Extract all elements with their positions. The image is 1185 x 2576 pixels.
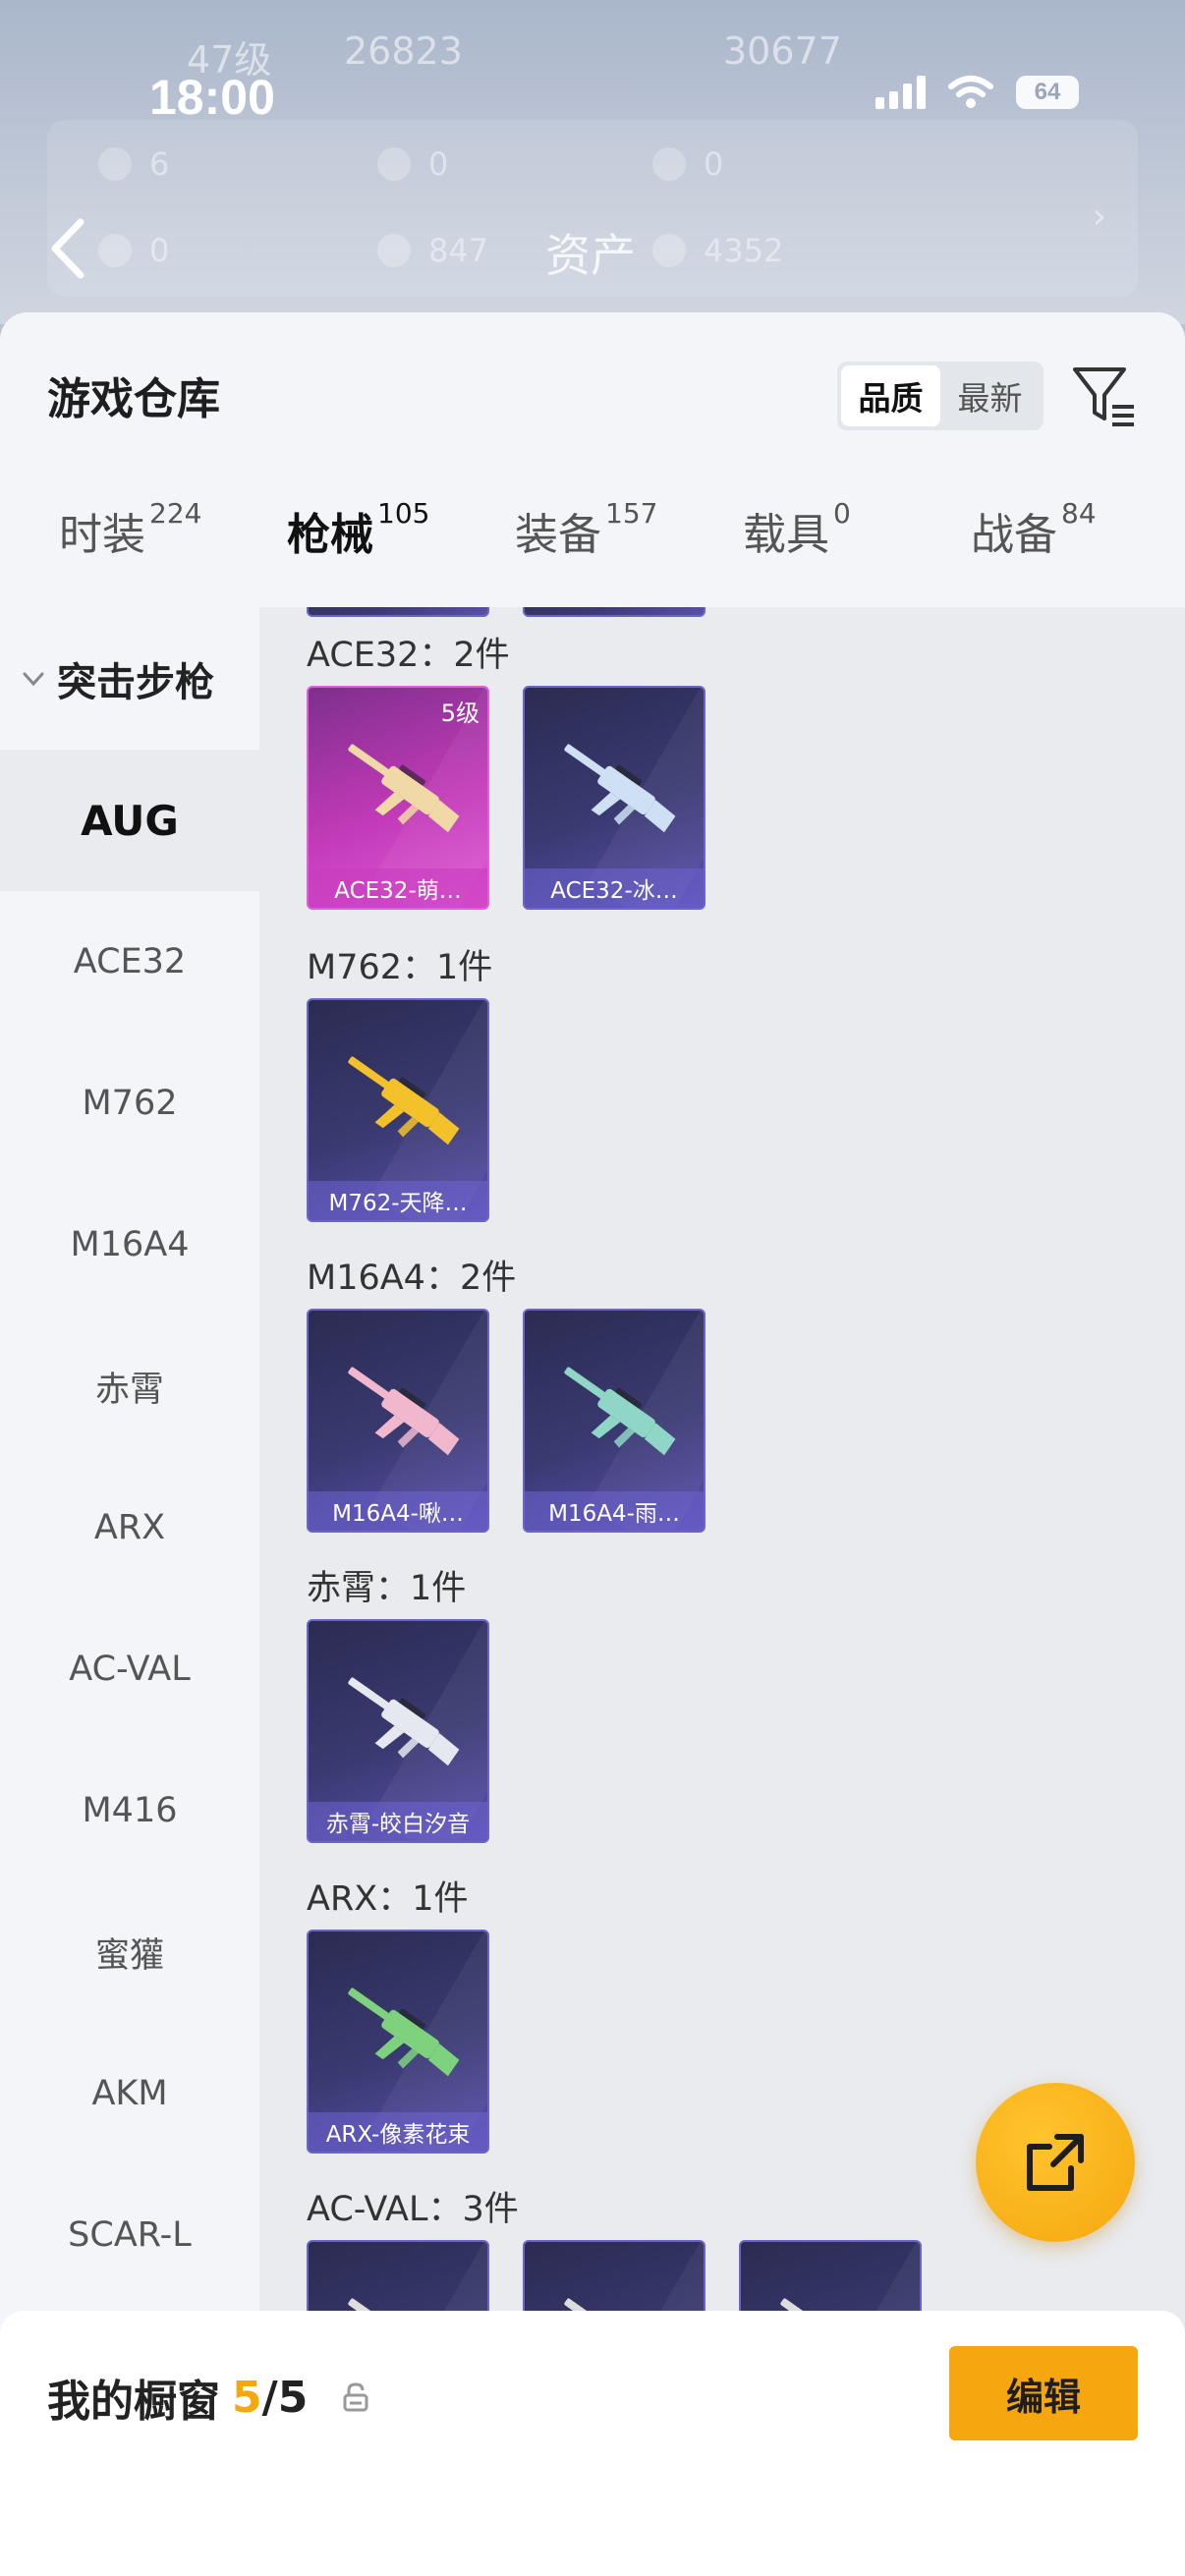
weapon-image <box>348 1988 460 2077</box>
section-label: M16A4：2件 <box>307 1259 517 1298</box>
weapon-skin-card[interactable] <box>523 607 705 617</box>
sidebar-item[interactable]: ARX <box>0 1457 259 1598</box>
tab-supplies[interactable]: 战备 84 <box>971 497 1097 562</box>
skin-name: M16A4-啾… <box>309 1491 487 1531</box>
chevron-down-icon <box>23 672 44 686</box>
battery-icon: 64 <box>1016 76 1079 109</box>
sidebar-item[interactable]: M16A4 <box>0 1174 259 1316</box>
signal-icon <box>875 76 926 109</box>
section-label: M762：1件 <box>307 948 493 987</box>
tab-vehicles[interactable]: 载具 0 <box>743 497 851 562</box>
stat-5: 847 <box>377 232 488 269</box>
edit-button[interactable]: 编辑 <box>949 2346 1138 2440</box>
warehouse-sheet: 游戏仓库 品质 最新 时装 224 枪械 105 装备 157 载具 0 战备 … <box>0 312 1185 2576</box>
weapon-image <box>348 1056 460 1146</box>
weapon-skin-card[interactable]: 赤霄-皎白汐音 <box>307 1619 489 1843</box>
sheet-header: 游戏仓库 品质 最新 时装 224 枪械 105 装备 157 载具 0 战备 … <box>0 312 1185 607</box>
weapon-skin-card[interactable]: M762-天降… <box>307 998 489 1222</box>
share-icon <box>1027 2134 1084 2191</box>
sidebar-item[interactable]: SCAR-L <box>0 2164 259 2306</box>
weapon-skin-card[interactable]: M16A4-啾… <box>307 1309 489 1533</box>
sidebar-item[interactable]: 赤霄 <box>0 1316 259 1457</box>
sidebar-item[interactable]: M416 <box>0 1740 259 1881</box>
sidebar-item[interactable]: AKM <box>0 2023 259 2164</box>
weapon-category-list: 突击步枪 AUG ACE32 M762 M16A4 赤霄 ARX AC-VAL M416 蜜獾 A… <box>0 607 259 2576</box>
weapon-skin-grid: ACE32：2件 5级 ACE32-萌… ACE32-冰… M762：1件 M762-天降… <box>259 607 1185 2576</box>
weapon-image <box>348 1677 460 1766</box>
coins-text: 26823 <box>344 29 463 73</box>
tab-equipment[interactable]: 装备 157 <box>515 497 657 562</box>
section-label: AC-VAL：3件 <box>307 2190 519 2229</box>
weapon-skin-card[interactable]: 5级 ACE32-萌… <box>307 686 489 910</box>
weapon-skin-card[interactable] <box>307 607 489 617</box>
stat-1: 6 <box>98 145 169 183</box>
skin-name: M762-天降… <box>309 1181 487 1220</box>
weapon-image <box>348 1367 460 1456</box>
sidebar-item[interactable]: 蜜獾 <box>0 1881 259 2023</box>
score-text: 30677 <box>723 29 842 73</box>
category-group-assault-rifles[interactable]: 突击步枪 <box>0 607 259 750</box>
section-label: 赤霄：1件 <box>307 1569 467 1608</box>
share-button[interactable] <box>976 2083 1135 2242</box>
sort-quality-button[interactable]: 品质 <box>841 365 940 426</box>
stat-2: 0 <box>377 145 448 183</box>
back-arrow-icon[interactable] <box>43 214 92 283</box>
stat-6: 4352 <box>652 232 783 269</box>
section-label: ACE32：2件 <box>307 636 510 675</box>
tab-guns[interactable]: 枪械 105 <box>287 497 429 562</box>
page-title: 资产 <box>545 229 636 282</box>
skin-name: ACE32-冰… <box>525 868 704 908</box>
sort-toggle: 品质 最新 <box>837 362 1044 430</box>
weapon-skin-card[interactable]: M16A4-雨… <box>523 1309 705 1533</box>
status-time: 18:00 <box>149 70 275 125</box>
sidebar-item[interactable]: M762 <box>0 1033 259 1174</box>
background-page: 47级 26823 30677 6 0 0 0 847 4352 18:00 6… <box>0 0 1185 324</box>
sidebar-item[interactable]: ACE32 <box>0 891 259 1033</box>
stat-3: 0 <box>652 145 723 183</box>
weapon-image <box>564 744 676 833</box>
sidebar-item[interactable]: AUG <box>0 750 259 891</box>
skin-name: ARX-像素花束 <box>309 2112 487 2152</box>
skin-name: 赤霄-皎白汐音 <box>309 1802 487 1841</box>
section-label: ARX：1件 <box>307 1879 469 1919</box>
tab-fashion[interactable]: 时装 224 <box>59 497 201 562</box>
showcase-label: 我的橱窗 5 /5 <box>47 2366 370 2429</box>
sort-latest-button[interactable]: 最新 <box>940 365 1040 426</box>
status-icons: 64 <box>875 75 1079 110</box>
stat-4: 0 <box>98 232 169 269</box>
sheet-title: 游戏仓库 <box>47 374 220 424</box>
weapon-skin-card[interactable]: ACE32-冰… <box>523 686 705 910</box>
skin-name: M16A4-雨… <box>525 1491 704 1531</box>
chevron-right-icon: › <box>1092 196 1106 237</box>
sidebar-item[interactable]: AC-VAL <box>0 1598 259 1740</box>
weapon-image <box>564 1367 676 1456</box>
showcase-bar: 我的橱窗 5 /5 编辑 <box>0 2311 1185 2576</box>
category-tabs: 时装 224 枪械 105 装备 157 载具 0 战备 84 <box>0 497 1185 607</box>
filter-icon[interactable] <box>1069 362 1138 430</box>
lock-icon <box>343 2382 368 2412</box>
weapon-image <box>348 744 460 833</box>
level-badge: 5级 <box>440 700 480 727</box>
skin-name: ACE32-萌… <box>309 868 487 908</box>
wifi-icon <box>948 76 993 108</box>
weapon-skin-card[interactable]: ARX-像素花束 <box>307 1930 489 2154</box>
